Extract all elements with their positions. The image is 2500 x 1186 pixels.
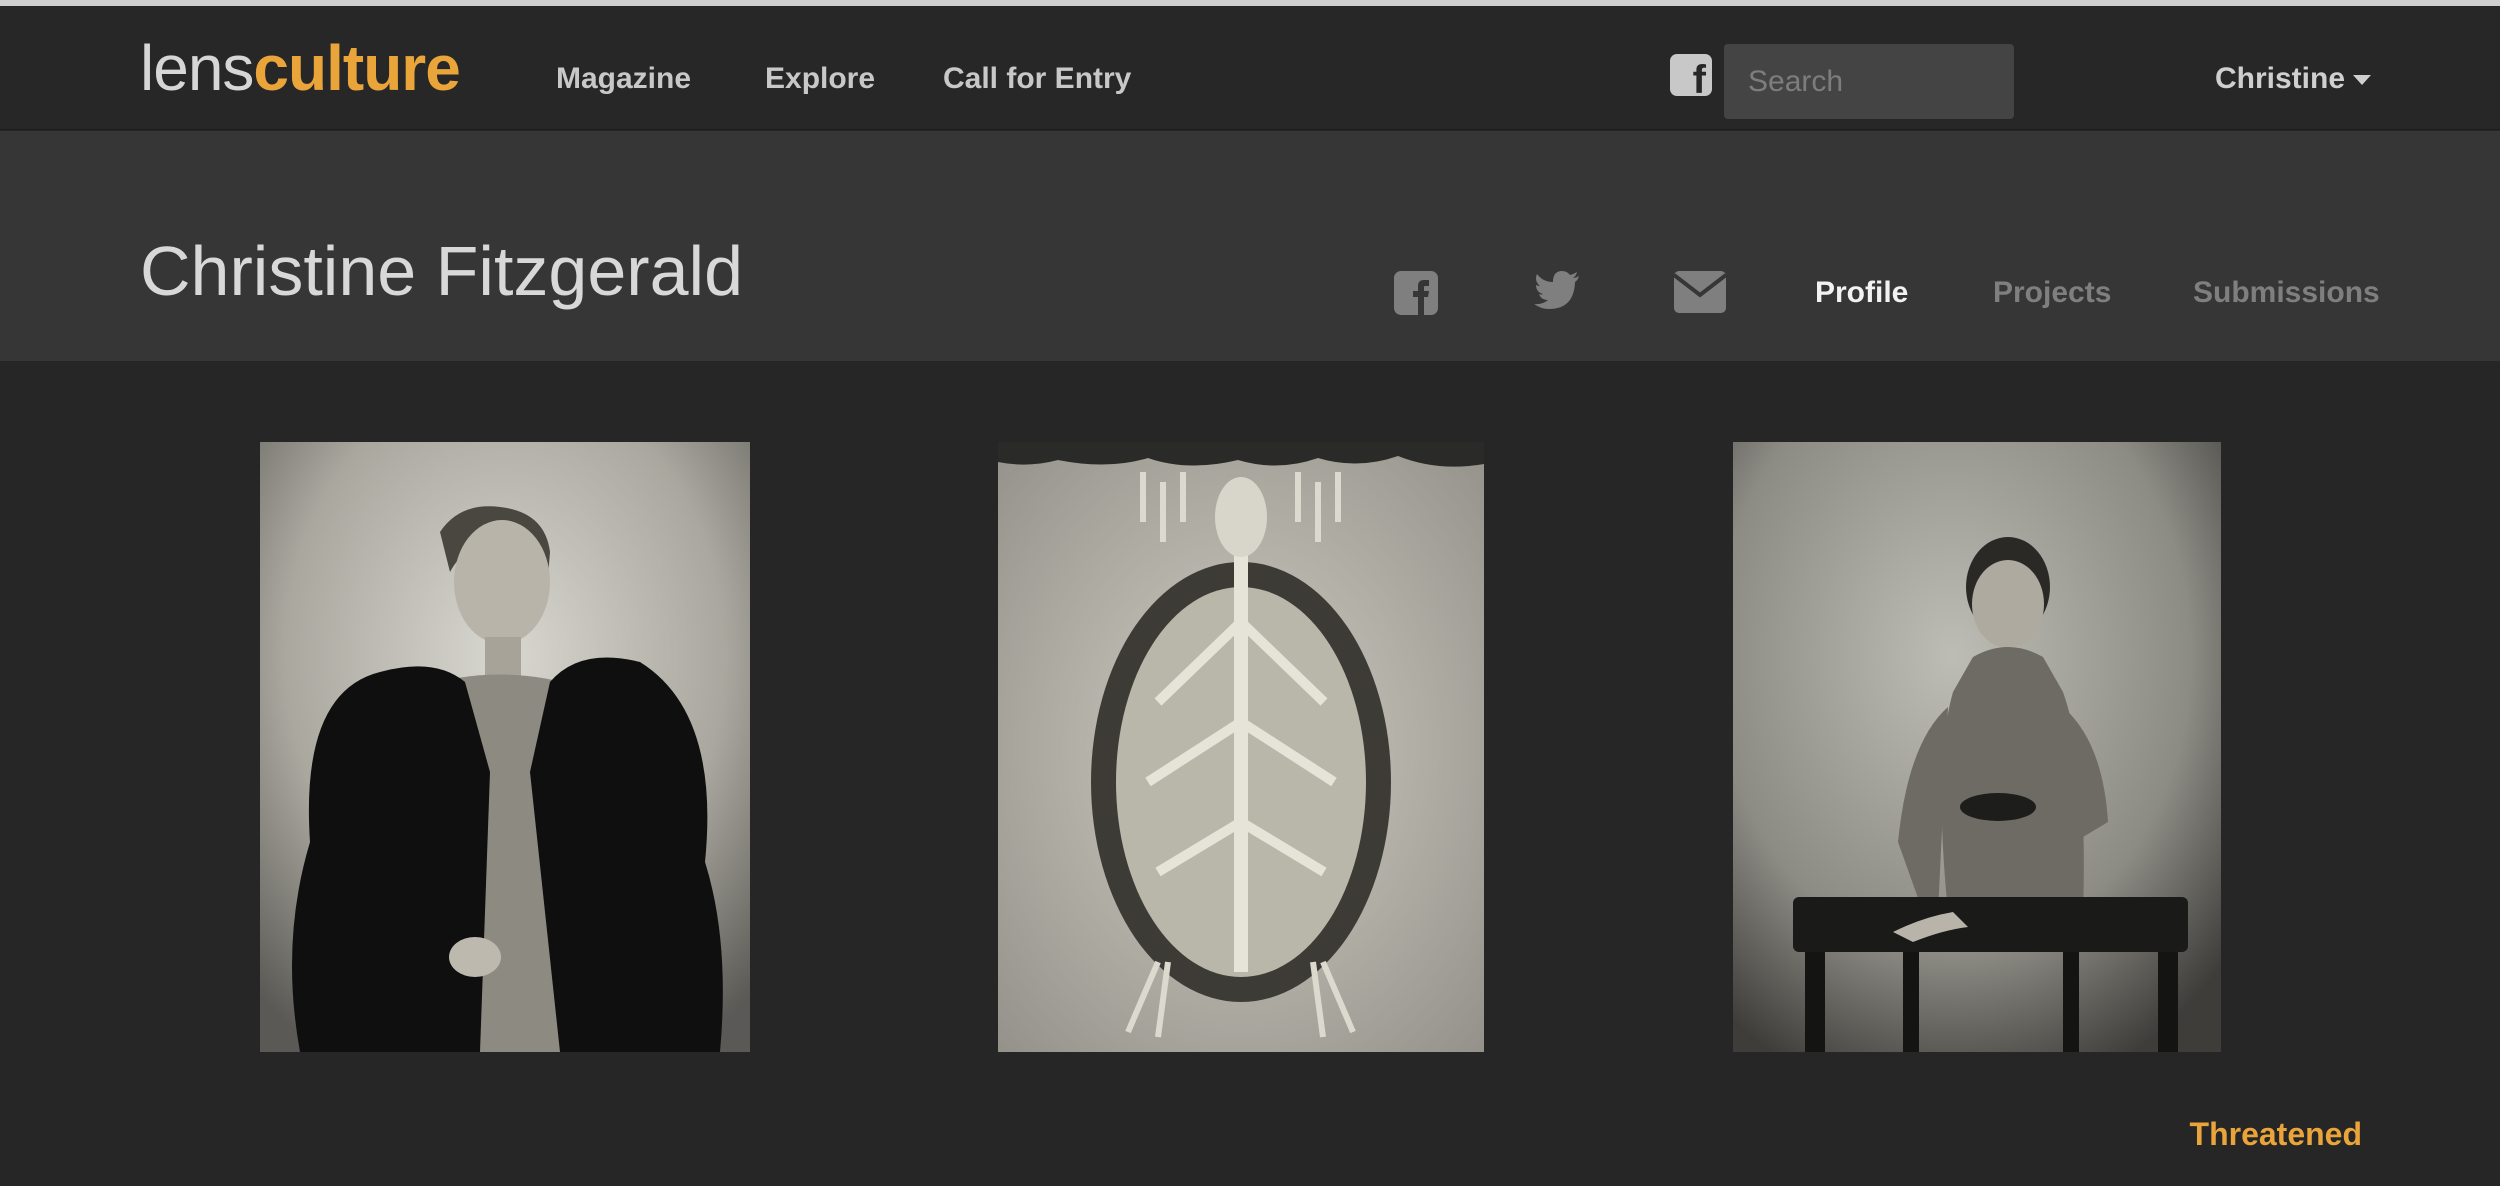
search-input[interactable] <box>1724 44 2014 119</box>
facebook-share-icon[interactable] <box>1394 271 1438 315</box>
tab-submissions[interactable]: Submissions <box>2193 276 2380 310</box>
user-menu[interactable]: Christine <box>2215 62 2372 96</box>
top-navigation-bar: lensculture Magazine Explore Call for En… <box>0 6 2500 130</box>
nav-explore[interactable]: Explore <box>765 62 875 96</box>
logo-part-lens: lens <box>140 32 254 104</box>
user-menu-label: Christine <box>2215 62 2346 95</box>
lensculture-logo[interactable]: lensculture <box>140 28 461 108</box>
envelope-icon[interactable] <box>1674 271 1726 313</box>
photo-portrait-boy-fur[interactable] <box>260 442 750 1052</box>
facebook-square-icon[interactable]: f <box>1670 54 1712 100</box>
page-title: Christine Fitzgerald <box>140 232 743 310</box>
project-title-link[interactable]: Threatened <box>2190 1116 2362 1153</box>
photo-portrait-girl-bench[interactable] <box>1733 442 2221 1052</box>
nav-magazine[interactable]: Magazine <box>556 62 691 96</box>
logo-part-culture: culture <box>253 32 460 104</box>
nav-call-for-entry[interactable]: Call for Entry <box>943 62 1131 96</box>
photo-turtle-skeleton[interactable] <box>998 442 1484 1052</box>
profile-header: Christine Fitzgerald Profile Projects Su… <box>0 131 2500 361</box>
twitter-icon[interactable] <box>1534 271 1580 311</box>
caret-down-icon <box>2353 75 2372 86</box>
tab-projects[interactable]: Projects <box>1993 276 2111 310</box>
tab-profile[interactable]: Profile <box>1815 276 1908 310</box>
